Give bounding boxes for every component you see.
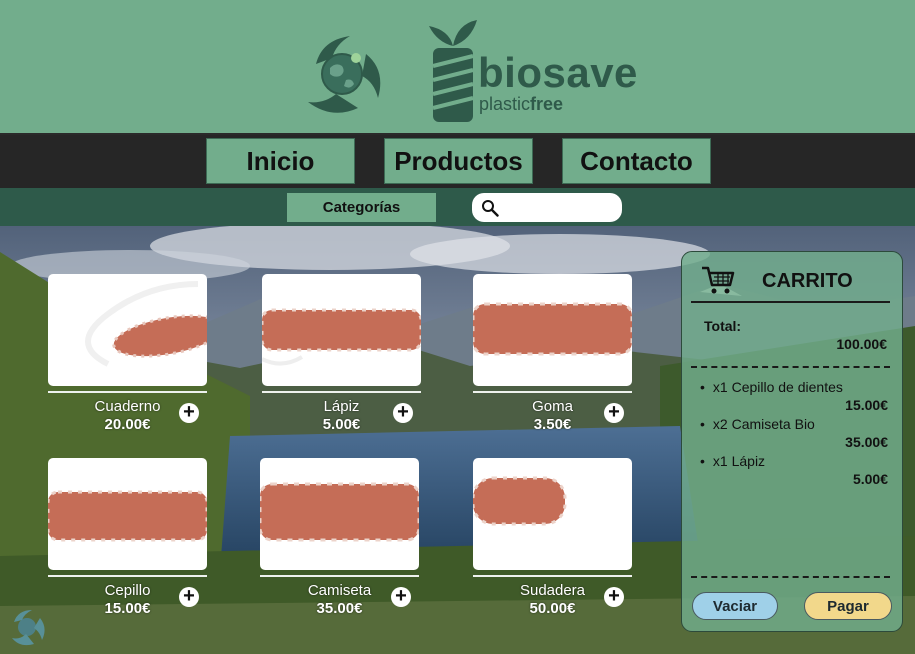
nav-contacto-button[interactable]: Contacto — [562, 138, 711, 184]
cart-item-price: 5.00€ — [852, 471, 888, 487]
total-label: Total: — [704, 318, 742, 334]
divider — [473, 575, 632, 577]
search-input[interactable] — [502, 197, 616, 219]
product-image[interactable] — [260, 458, 419, 570]
add-to-cart-button[interactable]: + — [391, 586, 411, 607]
add-to-cart-button[interactable]: + — [179, 402, 199, 423]
cart-panel: CARRITO Total: 100.00€ x1 Cepillo de die… — [681, 251, 903, 632]
divider — [48, 575, 207, 577]
dashed-divider — [691, 576, 890, 578]
product-card: Lápiz 5.00€ + — [262, 274, 422, 433]
cart-item: x1 Lápiz 5.00€ — [700, 453, 890, 487]
sub-nav: Categorías — [0, 188, 915, 226]
cart-item-price: 15.00€ — [845, 397, 888, 413]
total-value: 100.00€ — [836, 336, 887, 352]
recycle-globe-icon — [12, 610, 45, 646]
divider — [262, 391, 421, 393]
cart-item-name: x1 Lápiz — [700, 453, 890, 469]
brand-name: biosave — [478, 49, 638, 96]
add-to-cart-button[interactable]: + — [604, 402, 624, 423]
shopping-cart-icon[interactable] — [701, 265, 735, 295]
site-header: biosave plasticfree — [0, 0, 915, 135]
main-nav: Inicio Productos Contacto — [0, 135, 915, 188]
product-card: Sudadera 50.00€ + — [473, 458, 633, 617]
cart-item: x1 Cepillo de dientes 15.00€ — [700, 379, 890, 413]
tagline-free: free — [530, 94, 564, 114]
divider — [473, 391, 632, 393]
cart-item: x2 Camiseta Bio 35.00€ — [700, 416, 890, 450]
product-image[interactable] — [262, 274, 421, 386]
search-box[interactable] — [472, 193, 622, 222]
pay-button[interactable]: Pagar — [804, 592, 892, 620]
cart-item-price: 35.00€ — [845, 434, 888, 450]
product-card: Cuaderno 20.00€ + — [48, 274, 208, 433]
product-image[interactable] — [48, 458, 207, 570]
add-to-cart-button[interactable]: + — [179, 586, 199, 607]
product-image[interactable] — [48, 274, 207, 386]
nav-inicio-button[interactable]: Inicio — [206, 138, 355, 184]
cart-divider — [691, 301, 890, 303]
product-card: Camiseta 35.00€ + — [260, 458, 420, 617]
plant-bottle-icon — [429, 20, 477, 122]
nav-productos-button[interactable]: Productos — [384, 138, 533, 184]
recycle-globe-icon[interactable] — [296, 28, 388, 120]
cart-item-name: x1 Cepillo de dientes — [700, 379, 890, 395]
product-image[interactable] — [473, 458, 632, 570]
divider — [260, 575, 419, 577]
divider — [48, 391, 207, 393]
dashed-divider — [691, 366, 890, 368]
categories-button[interactable]: Categorías — [287, 193, 436, 222]
product-card: Goma 3.50€ + — [473, 274, 633, 433]
tagline-plastic: plastic — [479, 94, 531, 114]
product-card: Cepillo 15.00€ + — [48, 458, 208, 617]
add-to-cart-button[interactable]: + — [393, 402, 413, 423]
brand-tagline: plasticfree — [479, 95, 563, 113]
empty-cart-button[interactable]: Vaciar — [692, 592, 778, 620]
product-image[interactable] — [473, 274, 632, 386]
cart-title: CARRITO — [762, 270, 853, 292]
search-icon[interactable] — [481, 199, 499, 217]
cart-item-name: x2 Camiseta Bio — [700, 416, 890, 432]
add-to-cart-button[interactable]: + — [604, 586, 624, 607]
